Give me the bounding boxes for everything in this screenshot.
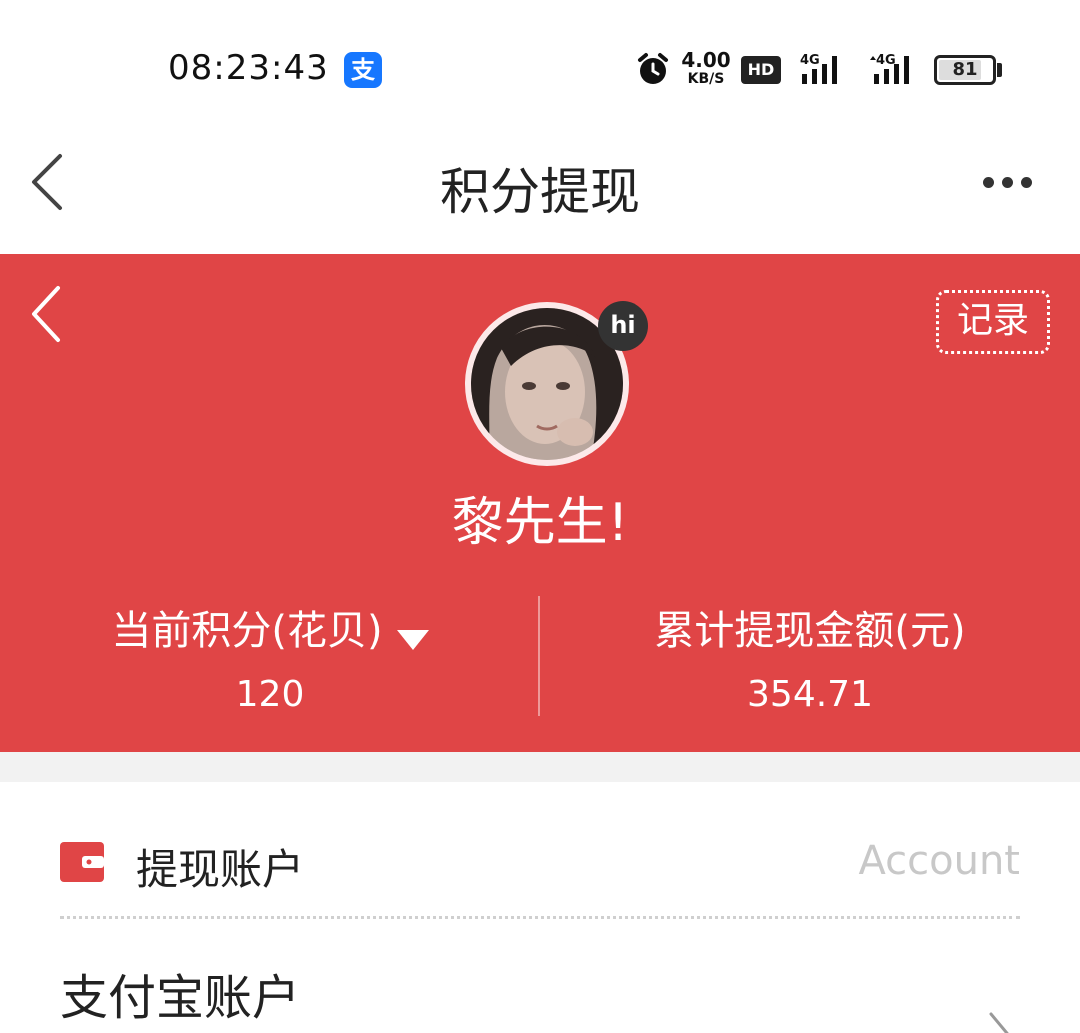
more-dots-icon — [1021, 177, 1032, 188]
user-name: 黎先生! — [451, 493, 629, 553]
withdraw-account-section: 提现账户 Account 支付宝账户 — [0, 782, 1080, 1033]
chevron-right-icon — [989, 1012, 1009, 1033]
divider — [60, 916, 1020, 919]
section-gap — [0, 752, 1080, 782]
alipay-icon: 支 — [344, 52, 382, 88]
network-speed-value: 4.00 — [681, 48, 731, 72]
alipay-account-label: 支付宝账户 — [60, 970, 301, 1026]
signal-icon: 4G — [870, 53, 909, 84]
signal-icon: 4G — [800, 53, 837, 84]
signal-1-label: 4G — [800, 53, 820, 68]
section-subtitle: Account — [858, 838, 1020, 884]
more-button[interactable] — [975, 165, 1039, 201]
network-speed: 4.00 KB/S — [678, 50, 734, 86]
alipay-account-row[interactable]: 支付宝账户 — [0, 932, 1080, 1033]
section-title: 提现账户 — [136, 845, 305, 894]
total-withdrawn-stat: 累计提现金额(元) 354.71 — [540, 598, 1080, 715]
current-points-value: 120 — [235, 674, 305, 715]
wallet-icon — [60, 842, 104, 882]
signal-2-label: 4G — [876, 53, 896, 68]
total-withdrawn-value: 354.71 — [747, 674, 873, 715]
current-points-stat: 当前积分(花贝) 120 — [0, 598, 540, 715]
status-time: 08:23:43 — [168, 48, 329, 88]
total-withdrawn-label: 累计提现金额(元) — [654, 608, 966, 654]
battery-level: 81 — [952, 59, 978, 80]
caret-down-icon[interactable] — [396, 629, 429, 650]
hi-badge: hi — [598, 301, 648, 351]
alarm-clock-icon — [638, 53, 668, 84]
current-points-label: 当前积分(花贝) — [111, 608, 383, 654]
record-button[interactable]: 记录 — [936, 290, 1050, 354]
status-bar: 08:23:43 支 4.00 KB/S HD 4G 4G 81 — [0, 0, 1080, 130]
hd-voice-badge: HD — [741, 56, 781, 84]
more-dots-icon — [983, 177, 994, 188]
network-speed-unit: KB/S — [687, 71, 725, 87]
battery-tip — [997, 63, 1002, 77]
header-back-button[interactable] — [28, 284, 68, 344]
more-dots-icon — [1002, 177, 1013, 188]
battery-icon: 81 — [934, 55, 996, 85]
page-title: 积分提现 — [440, 163, 640, 221]
points-header: 记录 hi 黎先生! 当前积分(花贝) 120 累计提现金额(元) 354.71 — [0, 254, 1080, 752]
